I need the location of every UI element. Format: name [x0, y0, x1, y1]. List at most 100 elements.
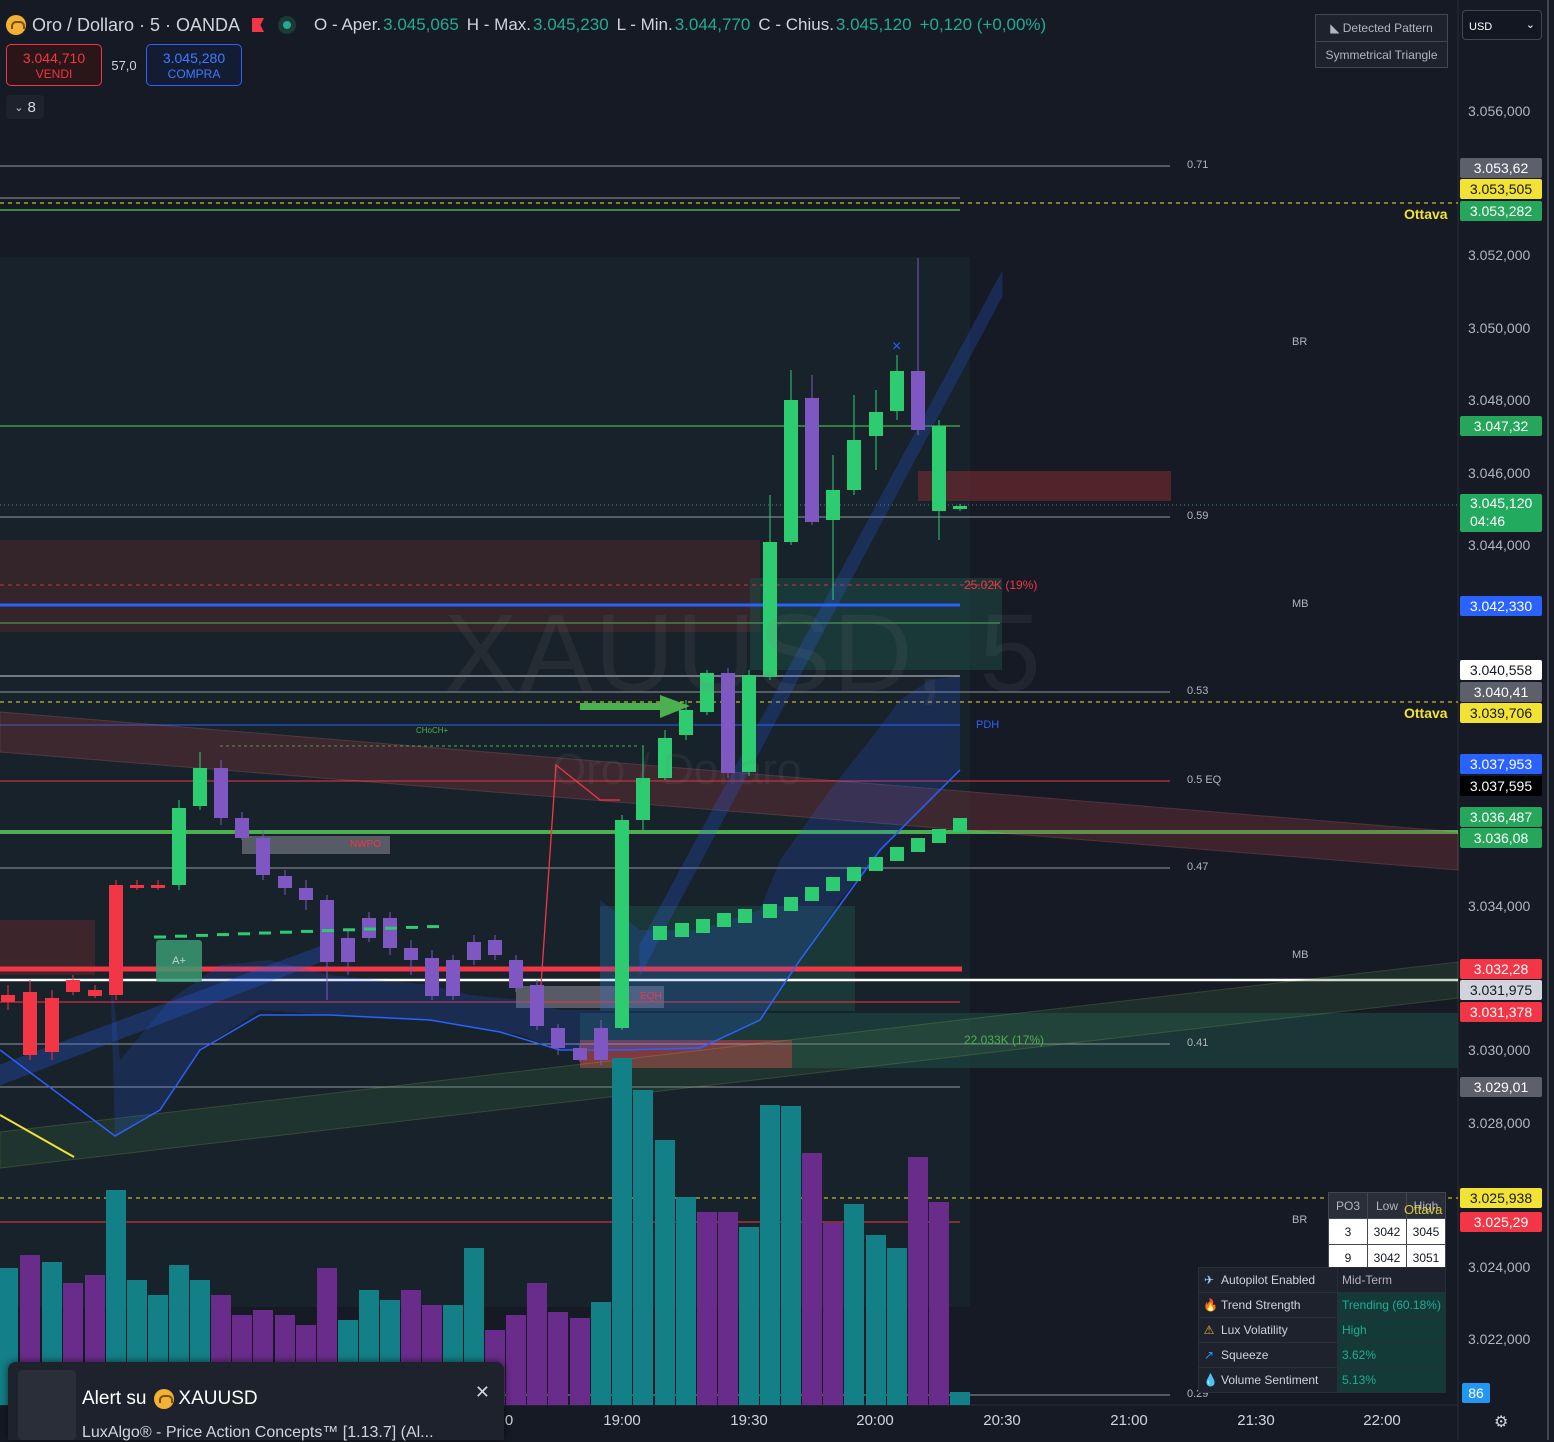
volume-bar: [950, 1392, 970, 1405]
droplet-icon: 💧: [1203, 1373, 1218, 1387]
open-label: O - Aper.: [314, 15, 382, 34]
trend-up-icon: ↗: [1203, 1348, 1215, 1362]
candle-body: [172, 808, 186, 885]
candle-body: [446, 960, 460, 996]
trail-marker: [675, 923, 689, 937]
candle-body: [66, 980, 80, 992]
candle-body: [404, 948, 418, 960]
close-label: C - Chius.: [758, 15, 834, 34]
plane-icon: ✈: [1203, 1273, 1215, 1287]
eqh-label: EQH: [640, 991, 662, 1002]
price-label: 3.031,378: [1460, 1002, 1542, 1022]
candle-body: [193, 768, 207, 806]
candle-body: [88, 990, 102, 996]
mb-label: MB: [1292, 949, 1309, 961]
br-label: BR: [1292, 1214, 1308, 1226]
price-label: 3.053,505: [1460, 179, 1542, 199]
market-status-icon[interactable]: [278, 16, 297, 34]
time-tick: 21:30: [1237, 1412, 1275, 1429]
price-tick: 3.046,000: [1468, 465, 1531, 481]
volume-bar: [655, 1140, 675, 1405]
candle-body: [299, 888, 313, 900]
candle-body: [278, 876, 292, 888]
candle-body: [615, 820, 629, 1028]
fib-label: 0.71: [1187, 159, 1209, 171]
trail-marker: [911, 838, 925, 852]
alert-toast[interactable]: Alert su XAUUSD LuxAlgo® - Price Action C…: [8, 1362, 504, 1441]
currency-select[interactable]: USD ⌄: [1462, 10, 1542, 40]
alert-tag[interactable]: A+: [156, 940, 202, 982]
price-tick: 3.022,000: [1468, 1331, 1531, 1347]
candle-body: [425, 958, 439, 996]
symbol-watermark: XAUUSD, 5: [444, 592, 1043, 715]
trail-marker: [653, 926, 667, 940]
volume-label-top: 25.02K (19%): [964, 578, 1038, 592]
trail-marker: [869, 857, 883, 871]
candle-body: [826, 490, 840, 520]
flag-icon[interactable]: [252, 18, 265, 32]
change-value: +0,120 (+0,00%): [919, 15, 1047, 34]
ottava-label: Ottava: [1404, 705, 1448, 721]
indicators-toggle[interactable]: ⌄ 8: [6, 95, 44, 119]
candle-body: [235, 818, 249, 838]
autopilot-panel: ✈ Autopilot Enabled Mid-Term 🔥 Trend Streng…: [1198, 1267, 1446, 1393]
volume-bar: [866, 1235, 886, 1405]
buy-button[interactable]: 3.045,280 COMPRA: [146, 44, 242, 86]
volume-bar: [781, 1106, 801, 1405]
price-label: 3.053,62: [1460, 158, 1542, 178]
candle-body: [45, 998, 59, 1052]
name-watermark: Oro / Dollaro: [552, 745, 802, 794]
triangle-icon: ◣: [1330, 21, 1343, 35]
candle-body: [256, 838, 270, 875]
candle-body: [530, 985, 544, 1026]
time-tick: 19:00: [603, 1412, 641, 1429]
candle-body: [573, 1048, 587, 1060]
alert-text: LuxAlgo® - Price Action Concepts™ [1.13.…: [82, 1424, 434, 1441]
price-chart[interactable]: ×: [0, 0, 1554, 1440]
volume-bar: [633, 1090, 653, 1405]
price-label: 3.039,706: [1460, 703, 1542, 723]
price-tick: 3.028,000: [1468, 1115, 1531, 1131]
volume-bar: [887, 1248, 907, 1405]
trail-marker: [784, 897, 798, 911]
price-label: 86: [1462, 1383, 1490, 1403]
candle-body: [932, 426, 946, 511]
bear-ob: [918, 471, 1171, 501]
trail-marker: [953, 818, 967, 832]
trade-buttons: 3.044,710 VENDI 57,0 3.045,280 COMPRA: [6, 44, 242, 86]
low-value: 3.044,770: [674, 15, 751, 34]
price-label: 3.040,41: [1460, 682, 1542, 702]
ohlc-header: Oro / Dollaro · 5 · OANDA O - Aper. 3.045…: [6, 12, 1054, 38]
fire-icon: 🔥: [1203, 1298, 1218, 1312]
volume-bar: [802, 1153, 822, 1405]
detected-pattern-box: ◣ Detected Pattern Symmetrical Triangle: [1315, 14, 1448, 68]
time-tick: 20:00: [856, 1412, 894, 1429]
price-label: 3.031,975: [1460, 980, 1542, 1000]
close-icon[interactable]: ✕: [475, 1382, 490, 1403]
price-label: 3.037,953: [1460, 754, 1542, 774]
price-tick: 3.048,000: [1468, 392, 1531, 408]
high-label: H - Max.: [466, 15, 532, 34]
volume-bar: [697, 1212, 717, 1405]
settings-icon[interactable]: ⚙: [1494, 1412, 1508, 1432]
candle-body: [383, 918, 397, 948]
symbol-title[interactable]: Oro / Dollaro · 5 · OANDA: [6, 15, 240, 36]
sell-button[interactable]: 3.044,710 VENDI: [6, 44, 102, 86]
price-label: 3.042,330: [1460, 596, 1542, 616]
trail-marker: [847, 867, 861, 881]
chevron-down-icon: ⌄: [1525, 19, 1535, 31]
price-label: 3.045,120 04:46: [1460, 494, 1542, 532]
time-tick: 19:30: [730, 1412, 768, 1429]
candle-body: [594, 1028, 608, 1060]
trail-marker: [696, 919, 710, 933]
candle-body: [551, 1028, 565, 1048]
candle-body: [805, 398, 819, 522]
candle-body: [784, 400, 798, 542]
trail-marker: [738, 909, 752, 923]
candle-body: [869, 412, 883, 436]
trail-marker: [890, 847, 904, 861]
volume-bar: [760, 1105, 780, 1405]
price-tick: 3.050,000: [1468, 320, 1531, 336]
price-tick: 3.044,000: [1468, 537, 1531, 553]
volume-bar: [908, 1157, 928, 1405]
